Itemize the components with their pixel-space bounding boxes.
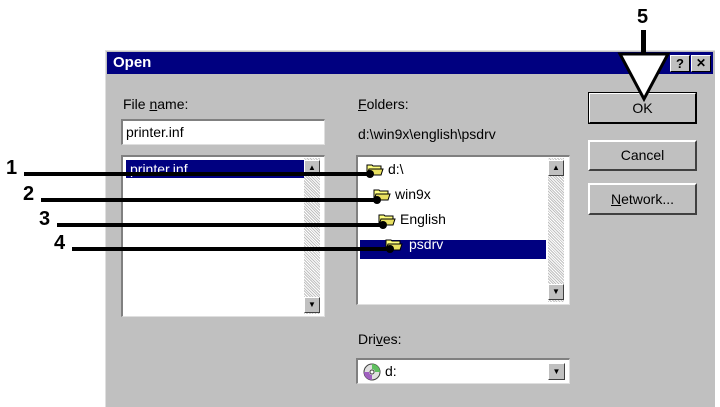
file-name-label: File name: [123, 96, 189, 112]
callout-2-line [41, 198, 376, 202]
file-name-value: printer.inf [126, 124, 184, 140]
file-list-scroll-down-button[interactable]: ▼ [304, 297, 320, 313]
callout-1-number: 1 [6, 157, 18, 179]
dialog-title: Open [113, 54, 152, 71]
callout-2-number: 2 [23, 183, 35, 205]
folders-path: d:\win9x\english\psdrv [358, 126, 496, 142]
file-list[interactable]: printer.inf ▲ ▼ [121, 155, 325, 317]
callout-5-arrow [617, 52, 671, 102]
folders-label: Folders: [358, 96, 409, 112]
folder-item-win9x[interactable]: win9x [373, 185, 443, 203]
chevron-down-icon[interactable]: ▼ [548, 363, 565, 380]
network-button[interactable]: Network... [588, 183, 697, 215]
folder-tree-scrollbar[interactable] [548, 158, 564, 302]
drives-select[interactable]: d: ▼ [356, 358, 570, 384]
callout-4-dot [386, 245, 394, 253]
callout-3-line [57, 223, 382, 227]
cd-drive-icon [363, 363, 381, 381]
file-name-input[interactable]: printer.inf [121, 119, 325, 145]
folder-item-label: English [400, 211, 446, 227]
callout-5-number: 5 [637, 6, 649, 28]
file-list-scrollbar[interactable] [304, 158, 320, 314]
help-button[interactable]: ? [670, 55, 690, 72]
folder-item-psdrv[interactable]: psdrv [385, 235, 465, 253]
callout-2-dot [373, 196, 381, 204]
drives-label: Drives: [358, 331, 402, 347]
close-button[interactable]: ✕ [691, 55, 711, 72]
callout-1-dot [366, 170, 374, 178]
callout-1-line [24, 172, 369, 176]
folder-item-label: d:\ [388, 161, 404, 177]
folder-item-label: psdrv [409, 236, 444, 252]
folder-tree-scroll-up-button[interactable]: ▲ [548, 160, 564, 176]
folder-item-root[interactable]: d:\ [366, 160, 426, 178]
folder-tree-scroll-down-button[interactable]: ▼ [548, 284, 564, 300]
callout-4-line [72, 247, 389, 251]
cancel-button[interactable]: Cancel [588, 140, 697, 171]
folder-item-label: win9x [395, 186, 431, 202]
drives-value: d: [385, 363, 397, 379]
callout-3-dot [379, 221, 387, 229]
callout-4-number: 4 [54, 232, 66, 254]
callout-3-number: 3 [39, 208, 51, 230]
folder-item-english[interactable]: English [378, 210, 458, 228]
